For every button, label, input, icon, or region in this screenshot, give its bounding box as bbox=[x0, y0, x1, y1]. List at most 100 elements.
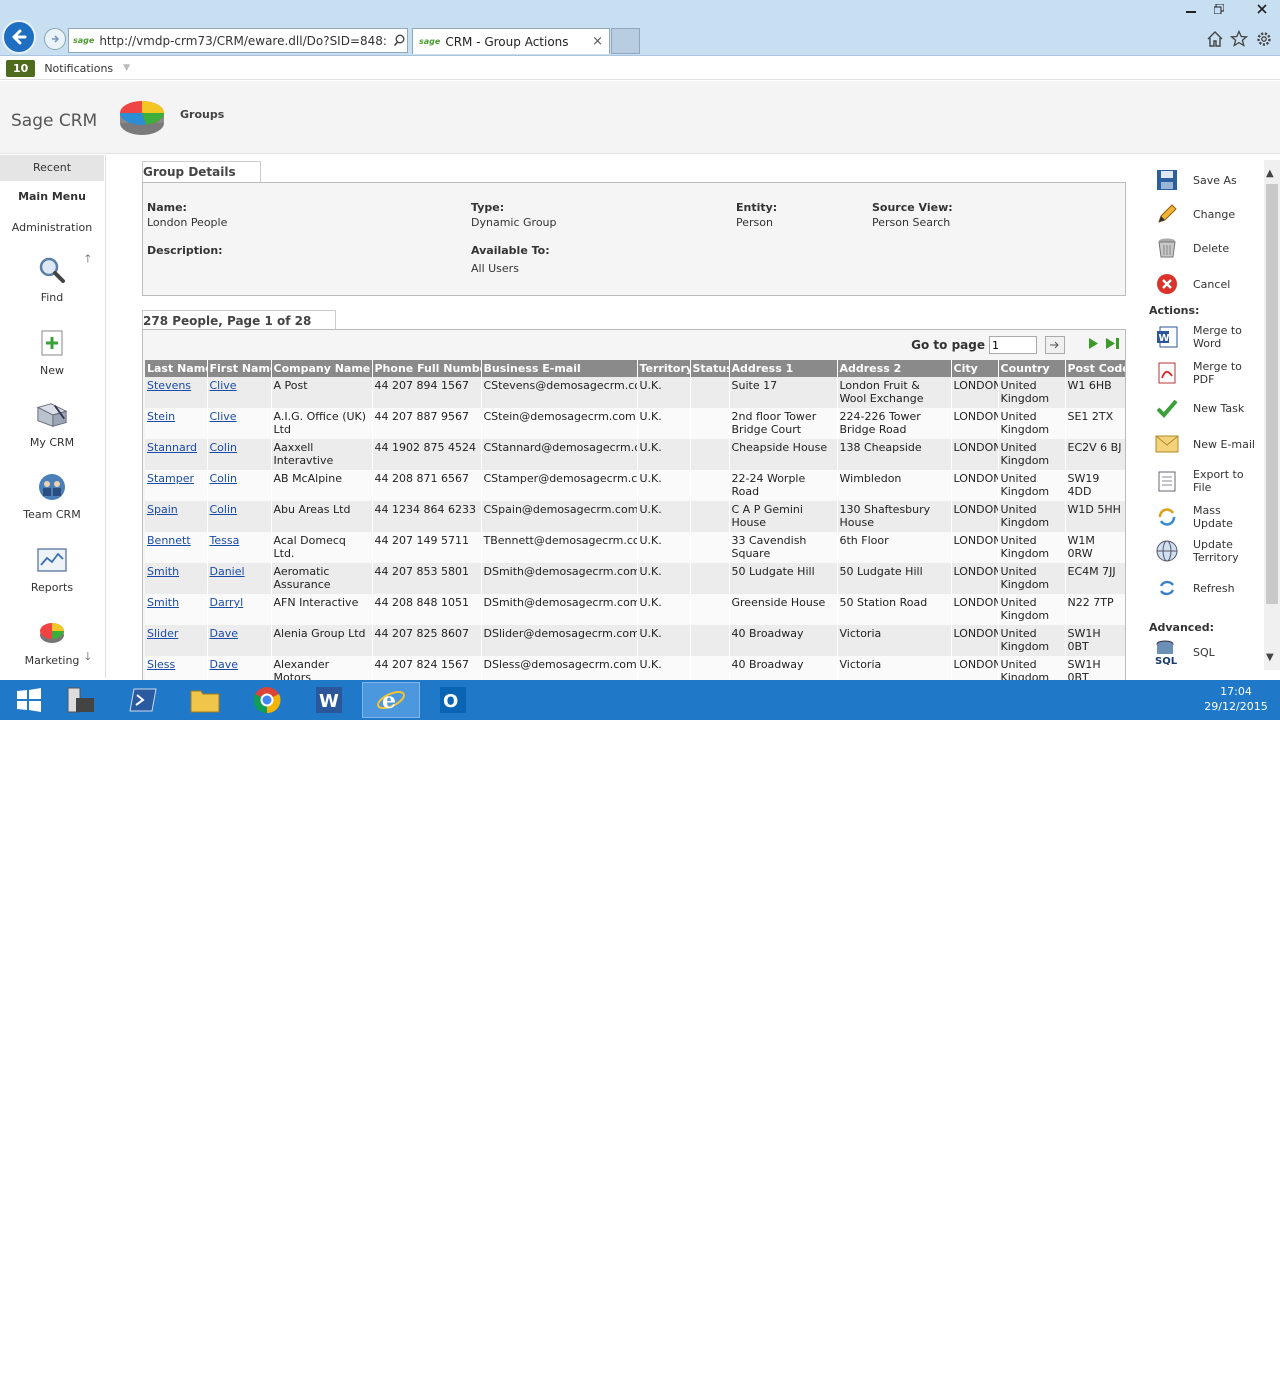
network-icon[interactable]: ▣ bbox=[1148, 1372, 1159, 1386]
merge-to-pdf-button[interactable]: Merge to PDF bbox=[1146, 360, 1264, 386]
last-name-link[interactable]: Spain bbox=[147, 503, 178, 516]
restore-button[interactable] bbox=[1205, 0, 1233, 18]
svg-text:W: W bbox=[319, 691, 339, 712]
recent-link[interactable]: Recent bbox=[0, 155, 104, 181]
column-header[interactable]: Company Name bbox=[271, 360, 373, 377]
word-taskbar-button[interactable]: W bbox=[300, 682, 358, 718]
first-name-link[interactable]: Clive bbox=[210, 379, 237, 392]
table-cell: 44 1902 875 4524 bbox=[372, 439, 482, 470]
column-header[interactable]: Country bbox=[998, 360, 1066, 377]
main-menu-link[interactable]: Main Menu bbox=[0, 190, 104, 203]
last-name-link[interactable]: Stannard bbox=[147, 441, 197, 454]
first-name-link[interactable]: Dave bbox=[210, 627, 239, 640]
column-header[interactable]: Business E-mail bbox=[481, 360, 638, 377]
administration-link[interactable]: Administration bbox=[0, 221, 104, 234]
nav-team-crm[interactable]: Team CRM bbox=[0, 472, 104, 521]
last-name-link[interactable]: Sless bbox=[147, 658, 175, 671]
last-name-link[interactable]: Stevens bbox=[147, 379, 191, 392]
outlook-button[interactable]: O bbox=[424, 682, 482, 718]
refresh-button[interactable]: Refresh bbox=[1146, 576, 1264, 600]
table-cell: Bennett bbox=[145, 532, 208, 563]
column-header[interactable]: Post Code bbox=[1065, 360, 1125, 377]
table-cell: EC2V 6 BJ bbox=[1065, 439, 1125, 470]
table-cell: LONDON bbox=[951, 532, 999, 563]
close-window-button[interactable] bbox=[1243, 0, 1280, 18]
sql-label: SQL bbox=[1193, 645, 1215, 659]
column-header[interactable]: First Name bbox=[207, 360, 272, 377]
scroll-down-icon[interactable]: ▼ bbox=[1266, 652, 1274, 663]
last-page-icon[interactable] bbox=[1105, 337, 1121, 354]
last-name-link[interactable]: Stein bbox=[147, 410, 175, 423]
home-icon[interactable] bbox=[1206, 30, 1224, 53]
delete-button[interactable]: Delete bbox=[1146, 236, 1264, 260]
minimize-button[interactable] bbox=[1177, 0, 1205, 18]
scrollbar-thumb[interactable] bbox=[1266, 184, 1278, 604]
system-clock[interactable]: 17:04 29/12/2015 bbox=[1196, 684, 1276, 714]
goto-page-button[interactable] bbox=[1045, 336, 1065, 354]
next-page-icon[interactable] bbox=[1087, 337, 1099, 354]
favorites-star-icon[interactable] bbox=[1229, 29, 1249, 53]
internet-explorer-button[interactable]: e bbox=[362, 682, 420, 718]
last-name-link[interactable]: Slider bbox=[147, 627, 178, 640]
change-button[interactable]: Change bbox=[1146, 202, 1264, 226]
mass-update-button[interactable]: Mass Update bbox=[1146, 504, 1264, 530]
first-name-link[interactable]: Darryl bbox=[210, 596, 244, 609]
chrome-button[interactable] bbox=[238, 682, 296, 718]
first-name-link[interactable]: Daniel bbox=[210, 565, 245, 578]
nav-reports[interactable]: Reports bbox=[0, 545, 104, 594]
new-email-button[interactable]: New E-mail bbox=[1146, 432, 1264, 456]
cancel-button[interactable]: Cancel bbox=[1146, 272, 1264, 296]
update-territory-button[interactable]: Update Territory bbox=[1146, 538, 1264, 564]
column-header[interactable]: City bbox=[951, 360, 999, 377]
merge-to-pdf-label: Merge to PDF bbox=[1193, 360, 1242, 386]
first-name-link[interactable]: Tessa bbox=[210, 534, 240, 547]
first-name-link[interactable]: Colin bbox=[210, 441, 238, 454]
volume-icon[interactable]: ◀ bbox=[1172, 1372, 1181, 1386]
file-explorer-button[interactable] bbox=[176, 682, 234, 718]
page-number-input[interactable] bbox=[989, 336, 1037, 354]
scroll-up-icon[interactable]: ▲ bbox=[1266, 168, 1274, 179]
first-name-link[interactable]: Colin bbox=[210, 503, 238, 516]
first-name-link[interactable]: Colin bbox=[210, 472, 238, 485]
caret-down-icon[interactable]: ▼ bbox=[123, 63, 130, 73]
browser-tab[interactable]: sage CRM - Group Actions × bbox=[412, 28, 610, 54]
column-header[interactable]: Phone Full Number bbox=[372, 360, 482, 377]
action-center-icon[interactable]: ⚑ bbox=[1124, 1372, 1135, 1386]
gear-icon[interactable] bbox=[1255, 30, 1273, 53]
search-icon[interactable] bbox=[393, 34, 406, 47]
column-header[interactable]: Last Name bbox=[145, 360, 208, 377]
table-row: Bennett Tessa Acal Domecq Ltd. 44 207 149 5… bbox=[145, 532, 1125, 563]
first-name-link[interactable]: Dave bbox=[210, 658, 239, 671]
show-hidden-icons[interactable]: ▲ bbox=[1100, 1372, 1109, 1386]
table-cell bbox=[690, 532, 730, 563]
table-cell: W1M 0RW bbox=[1065, 532, 1125, 563]
notification-count-badge[interactable]: 10 bbox=[6, 59, 36, 77]
powershell-button[interactable] bbox=[114, 682, 172, 718]
last-name-link[interactable]: Smith bbox=[147, 596, 179, 609]
save-as-button[interactable]: Save As bbox=[1146, 168, 1264, 192]
column-header[interactable]: Address 2 bbox=[837, 360, 952, 377]
first-name-link[interactable]: Clive bbox=[210, 410, 237, 423]
scroll-down-arrow-icon[interactable]: 🡓 bbox=[85, 648, 91, 667]
nav-new[interactable]: New bbox=[0, 328, 104, 377]
nav-find[interactable]: Find bbox=[0, 255, 104, 304]
column-header[interactable]: Territory bbox=[637, 360, 691, 377]
last-name-link[interactable]: Bennett bbox=[147, 534, 191, 547]
export-to-file-button[interactable]: Export to File bbox=[1146, 468, 1264, 494]
back-button[interactable] bbox=[2, 20, 36, 54]
notifications-link[interactable]: Notifications bbox=[44, 62, 113, 75]
merge-to-word-button[interactable]: W Merge to Word bbox=[1146, 324, 1264, 350]
last-name-link[interactable]: Smith bbox=[147, 565, 179, 578]
column-header[interactable]: Status bbox=[690, 360, 730, 377]
new-tab-button[interactable] bbox=[611, 28, 640, 54]
column-header[interactable]: Address 1 bbox=[729, 360, 838, 377]
close-tab-icon[interactable]: × bbox=[592, 34, 603, 49]
start-button[interactable] bbox=[0, 682, 58, 718]
last-name-link[interactable]: Stamper bbox=[147, 472, 194, 485]
new-task-button[interactable]: New Task bbox=[1146, 396, 1264, 420]
forward-button[interactable] bbox=[44, 28, 66, 50]
sql-button[interactable]: SQL SQL bbox=[1146, 640, 1264, 665]
nav-my-crm[interactable]: My CRM bbox=[0, 400, 104, 449]
server-manager-button[interactable] bbox=[52, 682, 110, 718]
address-bar[interactable]: sage http://vmdp-crm73/CRM/eware.dll/Do?… bbox=[68, 28, 408, 53]
